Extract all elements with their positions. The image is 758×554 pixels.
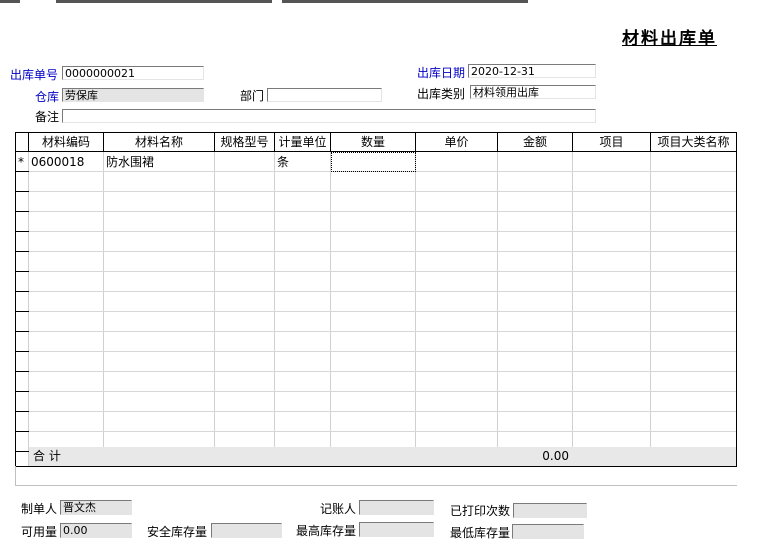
grid-column-divider bbox=[415, 152, 416, 466]
order-no-field[interactable]: 0000000021 bbox=[62, 66, 204, 80]
remark-label: 备注 bbox=[35, 110, 60, 124]
total-label: 合 计 bbox=[33, 449, 61, 463]
grid-row-divider bbox=[29, 191, 736, 192]
warehouse-label: 仓库 bbox=[35, 90, 60, 104]
grid-row-divider bbox=[29, 351, 736, 352]
cell-category[interactable] bbox=[651, 153, 736, 172]
grid-column-divider bbox=[497, 152, 498, 466]
row-header-tick bbox=[16, 351, 29, 352]
grid-row-divider bbox=[29, 311, 736, 312]
dept-label: 部门 bbox=[240, 89, 265, 103]
row-header-tick bbox=[16, 411, 29, 412]
column-header-project[interactable]: 项目 bbox=[573, 133, 651, 152]
grid-row-divider bbox=[29, 271, 736, 272]
grid-column-divider bbox=[650, 152, 651, 466]
bookkeeper-field[interactable] bbox=[359, 500, 434, 515]
date-label: 出库日期 bbox=[417, 66, 466, 80]
cell-code[interactable]: 0600018 bbox=[29, 153, 104, 172]
row-header-tick bbox=[16, 431, 29, 432]
page-title: 材料出库单 bbox=[622, 29, 717, 49]
cell-amount[interactable] bbox=[498, 153, 573, 172]
cell-unit[interactable]: 条 bbox=[275, 153, 331, 172]
column-header-amount[interactable]: 金额 bbox=[498, 133, 573, 152]
max-stock-field[interactable] bbox=[359, 522, 434, 537]
grid-horizontal-scrollbar[interactable] bbox=[15, 466, 737, 486]
grid-row-divider bbox=[29, 411, 736, 412]
column-header-spec[interactable]: 规格型号 bbox=[215, 133, 275, 152]
row-header-tick bbox=[16, 331, 29, 332]
row-header-tick bbox=[16, 291, 29, 292]
printed-count-field[interactable] bbox=[513, 503, 587, 518]
available-label: 可用量 bbox=[21, 525, 58, 539]
row-header-tick bbox=[16, 371, 29, 372]
warehouse-field[interactable]: 劳保库 bbox=[62, 88, 204, 102]
max-stock-label: 最高库存量 bbox=[296, 524, 357, 538]
grid-row-divider bbox=[29, 371, 736, 372]
row-header-tick bbox=[16, 211, 29, 212]
row-header-tick bbox=[16, 191, 29, 192]
row-header-tick bbox=[16, 451, 29, 452]
remark-field[interactable] bbox=[62, 109, 596, 123]
grid-column-divider bbox=[274, 152, 275, 466]
cell-project[interactable] bbox=[573, 153, 651, 172]
type-label: 出库类别 bbox=[417, 87, 466, 101]
grid-row-divider bbox=[29, 211, 736, 212]
row-header-tick bbox=[16, 251, 29, 252]
detail-grid[interactable]: 材料编码 材料名称 规格型号 计量单位 数量 单价 金额 项目 项目大类名称 *… bbox=[15, 132, 737, 467]
grid-row-divider bbox=[29, 251, 736, 252]
toolbar-fragment bbox=[0, 0, 20, 3]
toolbar-fragment bbox=[56, 0, 272, 3]
cell-name[interactable]: 防水围裙 bbox=[104, 153, 215, 172]
row-header-tick bbox=[16, 311, 29, 312]
cell-price[interactable] bbox=[416, 153, 498, 172]
safety-stock-label: 安全库存量 bbox=[147, 525, 208, 539]
grid-column-divider bbox=[214, 152, 215, 466]
cell-qty[interactable] bbox=[331, 153, 416, 172]
total-row bbox=[29, 447, 736, 466]
maker-field[interactable]: 晋文杰 bbox=[60, 500, 132, 515]
grid-row-divider bbox=[29, 291, 736, 292]
grid-row-divider bbox=[29, 331, 736, 332]
available-field[interactable]: 0.00 bbox=[60, 523, 132, 538]
dept-field[interactable] bbox=[267, 88, 382, 102]
toolbar-fragment bbox=[282, 0, 528, 3]
column-header-category[interactable]: 项目大类名称 bbox=[651, 133, 736, 152]
printed-count-label: 已打印次数 bbox=[450, 504, 511, 518]
cell-spec[interactable] bbox=[215, 153, 275, 172]
grid-column-divider bbox=[103, 152, 104, 466]
grid-column-divider bbox=[330, 152, 331, 466]
total-amount: 0.00 bbox=[542, 449, 569, 463]
grid-row-divider bbox=[29, 431, 736, 432]
grid-column-divider bbox=[28, 152, 29, 466]
column-header-price[interactable]: 单价 bbox=[416, 133, 498, 152]
grid-column-divider bbox=[572, 152, 573, 466]
date-field[interactable]: 2020-12-31 bbox=[468, 64, 596, 78]
min-stock-field[interactable] bbox=[512, 524, 584, 539]
maker-label: 制单人 bbox=[21, 502, 58, 516]
grid-row-divider bbox=[29, 391, 736, 392]
column-header-code[interactable]: 材料编码 bbox=[29, 133, 104, 152]
bookkeeper-label: 记账人 bbox=[320, 502, 357, 516]
type-field[interactable]: 材料领用出库 bbox=[470, 85, 596, 99]
min-stock-label: 最低库存量 bbox=[450, 526, 511, 540]
row-header-tick bbox=[16, 231, 29, 232]
row-header-corner bbox=[16, 133, 29, 152]
grid-row-divider bbox=[29, 231, 736, 232]
column-header-qty[interactable]: 数量 bbox=[331, 133, 416, 152]
safety-stock-field[interactable] bbox=[211, 523, 282, 538]
order-no-label: 出库单号 bbox=[10, 68, 59, 82]
row-header-tick bbox=[16, 271, 29, 272]
row-header-tick bbox=[16, 391, 29, 392]
column-header-unit[interactable]: 计量单位 bbox=[275, 133, 331, 152]
column-header-name[interactable]: 材料名称 bbox=[104, 133, 215, 152]
